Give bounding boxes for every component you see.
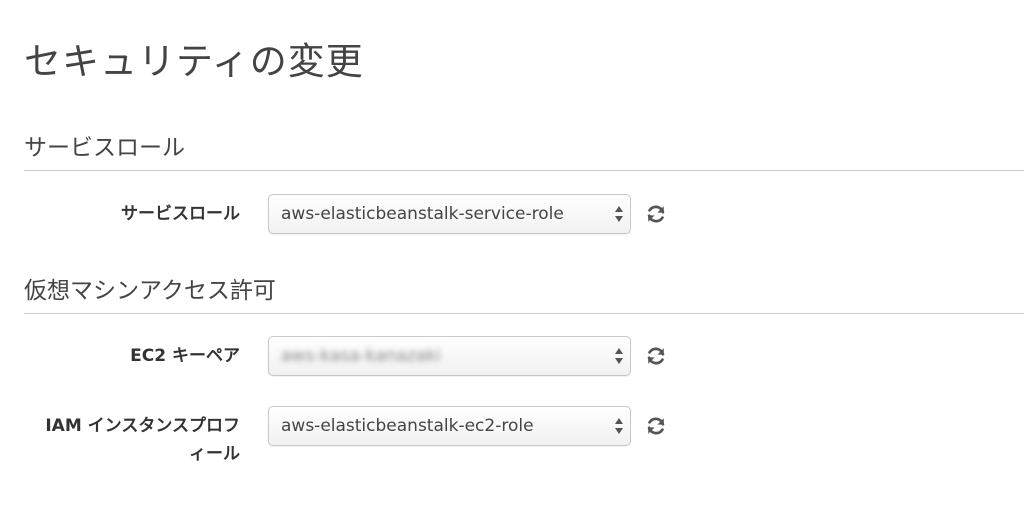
iam-profile-select-value: aws-elasticbeanstalk-ec2-role: [281, 416, 534, 436]
service-role-select[interactable]: aws-elasticbeanstalk-service-role: [268, 194, 631, 234]
service-role-select-value: aws-elasticbeanstalk-service-role: [281, 204, 564, 224]
ec2-keypair-select-value: aws-kasa-kanazaki: [281, 346, 441, 366]
service-role-label: サービスロール: [121, 204, 240, 224]
iam-profile-label-line1: IAM インスタンスプロフ: [45, 416, 240, 436]
select-arrows-icon: [615, 348, 623, 364]
ec2-keypair-label: EC2 キーペア: [130, 346, 240, 366]
select-arrows-icon: [615, 206, 623, 222]
iam-profile-label-line2: ィール: [189, 444, 240, 464]
refresh-icon: [647, 205, 665, 223]
select-arrows-icon: [615, 418, 623, 434]
section-header-vm-access: 仮想マシンアクセス許可: [24, 277, 1024, 314]
section-title-vm-access: 仮想マシンアクセス許可: [24, 278, 276, 304]
iam-profile-select[interactable]: aws-elasticbeanstalk-ec2-role: [268, 406, 631, 446]
section-header-service-role: サービスロール: [24, 134, 1024, 171]
refresh-icon: [647, 417, 665, 435]
refresh-icon: [647, 347, 665, 365]
section-title-service-role: サービスロール: [24, 135, 185, 161]
page-title: セキュリティの変更: [24, 40, 364, 83]
ec2-keypair-select[interactable]: aws-kasa-kanazaki: [268, 336, 631, 376]
refresh-iam-profile-button[interactable]: [644, 414, 668, 438]
iam-profile-label: IAM インスタンスプロフ ィール: [10, 412, 240, 468]
refresh-ec2-keypair-button[interactable]: [644, 344, 668, 368]
refresh-service-role-button[interactable]: [644, 202, 668, 226]
